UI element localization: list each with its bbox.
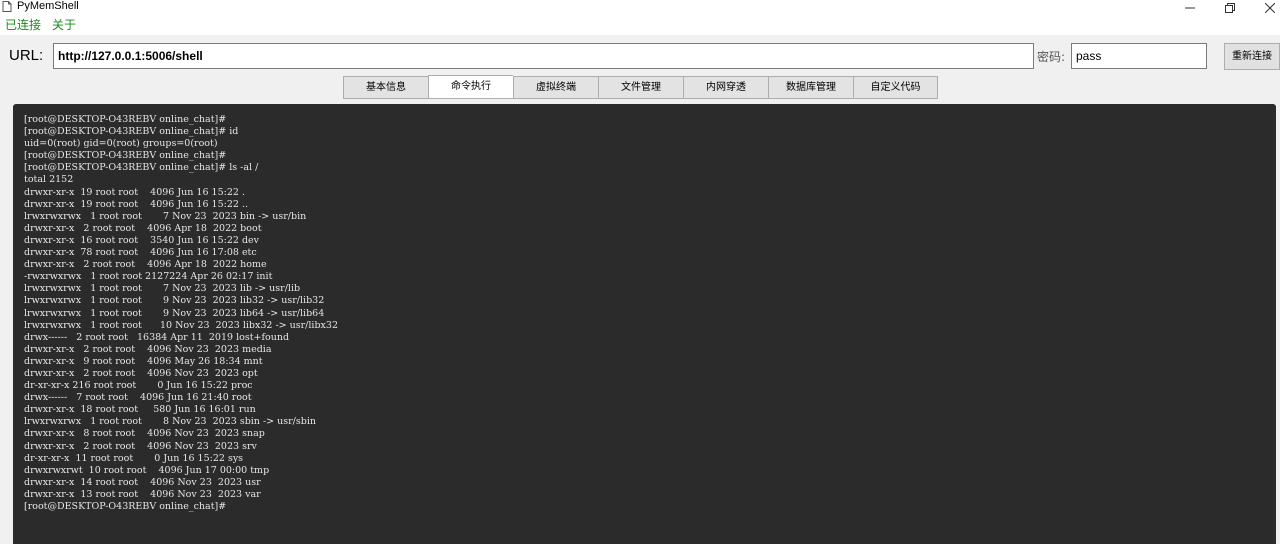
maximize-button[interactable] [1210,0,1250,15]
terminal-line: drwxr-xr-x 18 root root 580 Jun 16 16:01… [24,404,256,416]
terminal-line: uid=0(root) gid=0(root) groups=0(root) [24,138,218,150]
tab-bar: 基本信息 命令执行 虚拟终端 文件管理 内网穿透 数据库管理 自定义代码 [343,75,938,99]
menu-bar: 已连接 关于 [0,15,1280,35]
terminal-line: drwxr-xr-x 78 root root 4096 Jun 16 17:0… [24,247,257,259]
terminal-line: drwx------ 2 root root 16384 Apr 11 2019… [24,331,290,343]
terminal-line: [root@DESKTOP-O43REBV online_chat]# [24,114,227,125]
terminal-line: lrwxrwxrwx 1 root root 9 Nov 23 2023 lib… [24,307,325,319]
menu-item-connected[interactable]: 已连接 [5,17,41,33]
minimize-button[interactable] [1170,0,1210,15]
document-icon [2,1,12,12]
title-bar: PyMemShell [0,0,1280,15]
terminal-line: drwxr-xr-x 2 root root 4096 Nov 23 2023 … [24,343,272,355]
terminal-line: drwxr-xr-x 2 root root 4096 Nov 23 2023 … [24,440,257,452]
terminal-line: drwxr-xr-x 2 root root 4096 Apr 18 2022 … [24,259,267,271]
terminal-line: drwxr-xr-x 2 root root 4096 Apr 18 2022 … [24,222,262,234]
url-label: URL: [9,47,44,64]
password-label: 密码: [1037,50,1066,64]
terminal-line: [root@DESKTOP-O43REBV online_chat]# id [24,126,239,138]
window-title: PyMemShell [17,0,79,12]
terminal-line: drwxrwxrwt 10 root root 4096 Jun 17 00:0… [24,464,270,476]
terminal-line: [root@DESKTOP-O43REBV online_chat]# [24,150,227,162]
terminal-line: drwxr-xr-x 9 root root 4096 May 26 18:34… [24,355,263,367]
tab-custom-code[interactable]: 自定义代码 [853,76,938,99]
restore-icon [1225,2,1235,13]
url-input[interactable] [53,43,1034,69]
terminal-line: dr-xr-xr-x 11 root root 0 Jun 16 15:22 s… [24,452,244,464]
terminal-line: -rwxrwxrwx 1 root root 2127224 Apr 26 02… [24,271,273,283]
tab-intranet-tunnel[interactable]: 内网穿透 [683,76,768,99]
terminal-line: lrwxrwxrwx 1 root root 7 Nov 23 2023 bin… [24,210,307,222]
menu-item-about[interactable]: 关于 [52,17,76,33]
terminal-line: lrwxrwxrwx 1 root root 7 Nov 23 2023 lib… [24,283,301,295]
terminal-line: drwxr-xr-x 19 root root 4096 Jun 16 15:2… [24,198,248,210]
terminal-line: drwxr-xr-x 2 root root 4096 Nov 23 2023 … [24,367,258,379]
terminal-line: drwxr-xr-x 14 root root 4096 Nov 23 2023… [24,476,261,488]
tab-virtual-terminal[interactable]: 虚拟终端 [513,76,598,99]
tab-command-exec[interactable]: 命令执行 [428,75,513,99]
terminal-line: drwxr-xr-x 13 root root 4096 Nov 23 2023… [24,488,261,500]
app-window: PyMemShell 已连接 关于 URL: 密码: 重新连接 基本信息 命 [0,0,1280,544]
terminal-line: drwxr-xr-x 8 root root 4096 Nov 23 2023 … [24,428,265,440]
tab-database-manager[interactable]: 数据库管理 [768,76,853,99]
reconnect-button[interactable]: 重新连接 [1224,43,1280,70]
close-button[interactable] [1250,0,1280,15]
terminal-line: lrwxrwxrwx 1 root root 9 Nov 23 2023 lib… [24,295,325,307]
minimize-icon [1185,7,1195,8]
terminal-line: total 2152 [24,174,74,186]
terminal-line: drwx------ 7 root root 4096 Jun 16 21:40… [24,392,252,404]
terminal-line: lrwxrwxrwx 1 root root 8 Nov 23 2023 sbi… [24,416,316,428]
terminal-line: dr-xr-xr-x 216 root root 0 Jun 16 15:22 … [24,380,253,392]
tab-file-manager[interactable]: 文件管理 [598,76,683,99]
password-input[interactable] [1071,43,1207,69]
terminal-line: drwxr-xr-x 16 root root 3540 Jun 16 15:2… [24,234,260,246]
terminal-line: lrwxrwxrwx 1 root root 10 Nov 23 2023 li… [24,319,338,331]
close-icon [1265,2,1275,13]
terminal-output[interactable]: [root@DESKTOP-O43REBV online_chat]# [roo… [13,104,1276,544]
terminal-text: [root@DESKTOP-O43REBV online_chat]# [roo… [24,114,338,513]
terminal-line: drwxr-xr-x 19 root root 4096 Jun 16 15:2… [24,186,245,198]
tab-basic-info[interactable]: 基本信息 [343,76,428,99]
terminal-line: [root@DESKTOP-O43REBV online_chat]# [24,501,227,512]
terminal-line: [root@DESKTOP-O43REBV online_chat]# ls -… [24,162,259,174]
